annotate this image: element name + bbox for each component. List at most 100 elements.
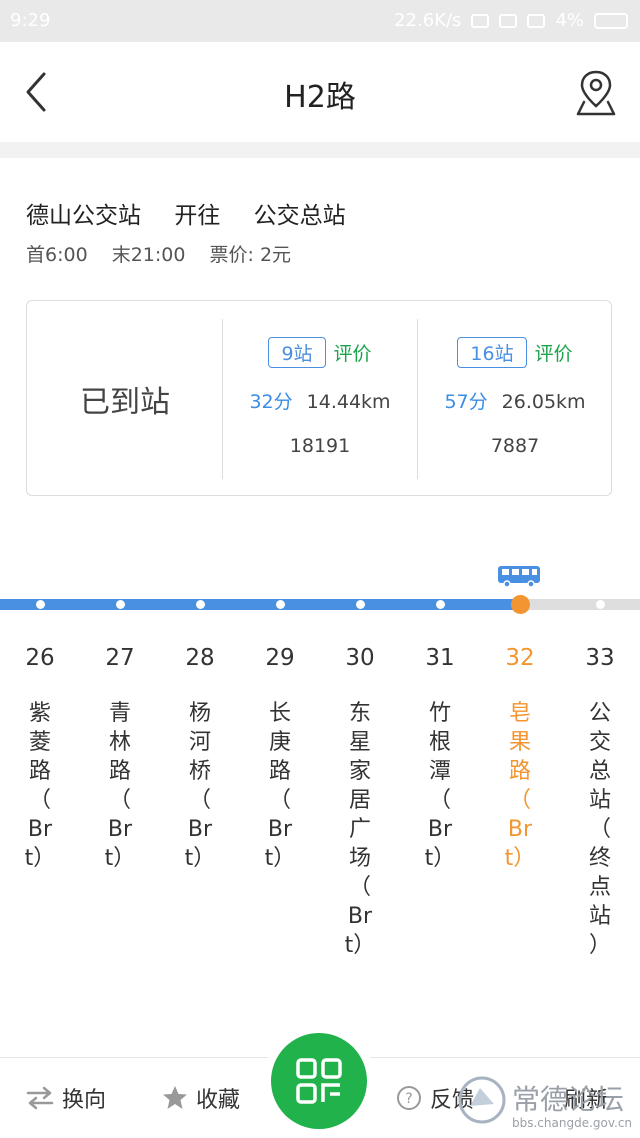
stop-number: 26 — [25, 645, 55, 671]
rate-link[interactable]: 评价 — [535, 343, 573, 365]
stop-name-char: Br — [347, 904, 373, 929]
stop-name-char: 路 — [268, 759, 291, 784]
stop-name: 紫菱路 （ Br t） — [20, 699, 60, 873]
stop-name-char: 东 — [348, 701, 371, 726]
stop-name-char: 菱 — [28, 730, 51, 755]
stop-name: 杨河桥 （ Br t） — [180, 699, 220, 873]
stop-name-char: 皂 — [508, 701, 531, 726]
route-to: 公交总站 — [253, 203, 346, 229]
app-header: H2路 — [0, 42, 640, 142]
stop-name-char: t） — [184, 846, 216, 871]
favorite-button[interactable]: 收藏 — [162, 1082, 240, 1114]
stop-item[interactable]: 29 长庚路 （ Br t） — [260, 645, 300, 873]
stop-number: 29 — [265, 645, 295, 671]
stop-name-char: t） — [344, 933, 376, 958]
stop-name-char: Br — [427, 817, 453, 842]
battery-icon — [594, 12, 628, 29]
stop-name-char: 路 — [28, 759, 51, 784]
stop-name-char: 林 — [108, 730, 131, 755]
stop-number: 32 — [505, 645, 535, 671]
route-direction-word: 开往 — [174, 203, 221, 229]
stop-name-char: 家 — [348, 759, 371, 784]
stop-name-char: 站 — [588, 904, 611, 929]
stop-item[interactable]: 27 青林路 （ Br t） — [100, 645, 140, 873]
watermark-url: bbs.changde.gov.cn — [512, 1116, 633, 1130]
stop-name-char: Br — [107, 817, 133, 842]
wifi-icon — [527, 13, 546, 28]
stop-item[interactable]: 26 紫菱路 （ Br t） — [20, 645, 60, 873]
stop-name-char: 站 — [588, 788, 611, 813]
stop-name-char: 杨 — [188, 701, 211, 726]
stop-name-char: 交 — [588, 730, 611, 755]
stop-name-char: （ — [108, 788, 131, 813]
stop-name-char: 潭 — [428, 759, 451, 784]
stop-name-char: 总 — [588, 759, 611, 784]
stop-dot — [195, 600, 205, 609]
stop-name-char: （ — [348, 875, 371, 900]
stop-name: 长庚路 （ Br t） — [260, 699, 300, 873]
stop-name-char: 河 — [188, 730, 211, 755]
current-stop-dot — [510, 595, 530, 614]
stop-dot — [275, 600, 285, 609]
stop-dot — [595, 600, 605, 609]
stop-name-char: t） — [424, 846, 456, 871]
route-from: 德山公交站 — [26, 203, 141, 229]
qr-fab-container — [263, 1025, 375, 1137]
page-title: H2路 — [284, 80, 356, 115]
qr-code-icon — [296, 1058, 342, 1104]
stop-item[interactable]: 33 公交总站（终点站） — [580, 645, 620, 960]
stop-number: 28 — [185, 645, 215, 671]
stop-name-char: 点 — [588, 875, 611, 900]
stop-name-char: 场 — [348, 846, 371, 871]
stop-name-char: t） — [104, 846, 136, 871]
map-pin-icon — [576, 70, 616, 116]
bus-icon — [498, 566, 540, 588]
map-button[interactable] — [574, 68, 618, 118]
stop-name-char: 长 — [268, 701, 291, 726]
svg-text:?: ? — [405, 1091, 412, 1107]
stop-item[interactable]: 28 杨河桥 （ Br t） — [180, 645, 220, 873]
stop-name-char: t） — [264, 846, 296, 871]
bus-id: 7887 — [490, 435, 540, 457]
stop-name-char: 根 — [428, 730, 451, 755]
stop-name: 东星家居广场 （ Br t） — [340, 699, 380, 960]
stop-item[interactable]: 31 竹根潭 （ Br t） — [420, 645, 460, 873]
stop-name-char: Br — [267, 817, 293, 842]
stop-item[interactable]: 32 皂果路 （ Br t） — [500, 645, 540, 873]
header-separator — [0, 142, 640, 158]
alarm-icon — [471, 13, 490, 28]
stop-name-char: 公 — [588, 701, 611, 726]
network-speed: 22.6K/s — [394, 10, 462, 31]
stop-name-char: 广 — [348, 817, 371, 842]
stop-dot — [355, 600, 365, 609]
battery-percent: 4% — [555, 10, 584, 31]
route-line-remaining — [520, 599, 640, 610]
stop-name-char: Br — [187, 817, 213, 842]
last-bus-time: 末21:00 — [111, 244, 186, 266]
stop-name-char: （ — [588, 817, 611, 842]
watermark-text: 常德论坛 — [512, 1083, 625, 1116]
stop-name-char: t） — [504, 846, 536, 871]
reverse-label: 换向 — [62, 1088, 107, 1113]
stop-name: 公交总站（终点站） — [580, 699, 620, 960]
status-time: 9:29 — [10, 10, 51, 31]
stop-name-char: 居 — [348, 788, 371, 813]
stop-name-char: 终 — [588, 846, 611, 871]
status-bar: 9:29 22.6K/s 4% — [0, 0, 640, 42]
fare: 票价: 2元 — [209, 244, 292, 266]
stop-name-char: Br — [27, 817, 53, 842]
stop-dot — [35, 600, 45, 609]
stop-name: 青林路 （ Br t） — [100, 699, 140, 873]
stop-name-char: 路 — [108, 759, 131, 784]
rate-link[interactable]: 评价 — [334, 343, 372, 365]
reverse-button[interactable]: 换向 — [26, 1082, 106, 1114]
stop-name-char: t） — [24, 846, 56, 871]
stop-name-char: 紫 — [28, 701, 51, 726]
stop-item[interactable]: 30 东星家居广场 （ Br t） — [340, 645, 380, 960]
help-circle-icon: ? — [397, 1086, 421, 1110]
qr-scan-button[interactable] — [271, 1033, 367, 1129]
stops-badge: 16站 — [457, 337, 527, 368]
route-schedule: 首6:00 末21:00 票价: 2元 — [26, 240, 309, 267]
star-icon — [163, 1086, 187, 1109]
signal-icon — [499, 13, 518, 28]
